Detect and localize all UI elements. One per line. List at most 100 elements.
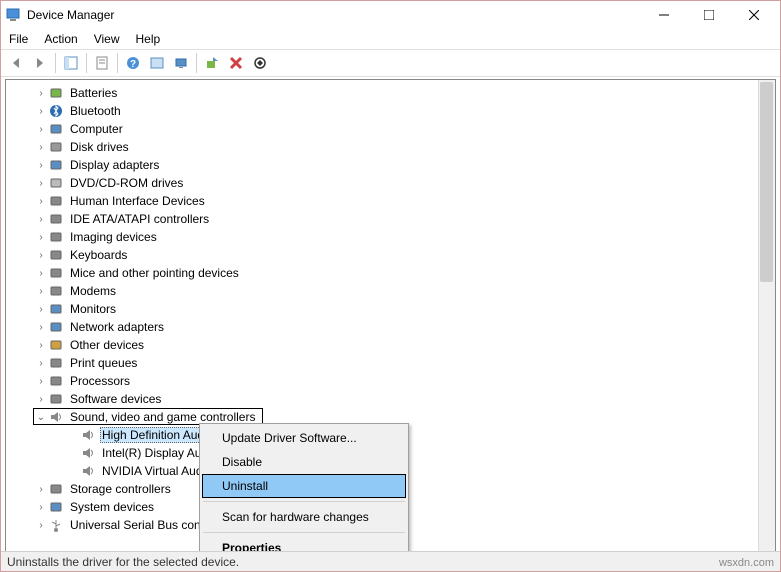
device-icon xyxy=(48,248,64,262)
node-label: Monitors xyxy=(68,302,118,316)
disable-button[interactable] xyxy=(249,52,271,74)
node-label: Modems xyxy=(68,284,118,298)
device-icon xyxy=(80,446,96,460)
context-menu: Update Driver Software...DisableUninstal… xyxy=(199,423,409,563)
device-icon xyxy=(48,212,64,226)
expander-icon[interactable]: › xyxy=(34,196,48,207)
expander-icon[interactable]: › xyxy=(34,502,48,513)
help-button[interactable]: ? xyxy=(122,52,144,74)
tree-node[interactable]: ›Mice and other pointing devices xyxy=(8,264,773,282)
tree-node[interactable]: › Computer xyxy=(8,120,773,138)
tree-node[interactable]: ›Human Interface Devices xyxy=(8,192,773,210)
properties-button[interactable] xyxy=(91,52,113,74)
expander-icon[interactable]: › xyxy=(34,268,48,279)
node-label: Disk drives xyxy=(68,140,131,154)
tree-node[interactable]: › Software devices xyxy=(8,390,773,408)
toolbar-separator xyxy=(196,53,197,73)
context-separator xyxy=(203,532,405,533)
node-label: IDE ATA/ATAPI controllers xyxy=(68,212,211,226)
expander-icon[interactable]: › xyxy=(34,178,48,189)
back-button[interactable] xyxy=(5,52,27,74)
tree-node[interactable]: ›Display adapters xyxy=(8,156,773,174)
toolbar-separator xyxy=(117,53,118,73)
expander-icon[interactable]: › xyxy=(34,304,48,315)
uninstall-button[interactable] xyxy=(225,52,247,74)
context-item[interactable]: Disable xyxy=(202,450,406,474)
menu-help[interactable]: Help xyxy=(136,32,161,46)
tree-node[interactable]: › IDE ATA/ATAPI controllers xyxy=(8,210,773,228)
device-icon xyxy=(48,194,64,208)
expander-icon[interactable]: › xyxy=(34,340,48,351)
context-item[interactable]: Update Driver Software... xyxy=(202,426,406,450)
context-item[interactable]: Scan for hardware changes xyxy=(202,505,406,529)
expander-icon[interactable]: › xyxy=(34,214,48,225)
tree-node[interactable]: › Modems xyxy=(8,282,773,300)
device-icon xyxy=(48,266,64,280)
app-icon xyxy=(5,7,21,23)
node-label: Other devices xyxy=(68,338,146,352)
tree-node[interactable]: › Keyboards xyxy=(8,246,773,264)
node-label: Computer xyxy=(68,122,125,136)
expander-icon[interactable]: › xyxy=(34,124,48,135)
show-hide-tree-button[interactable] xyxy=(60,52,82,74)
node-label: Keyboards xyxy=(68,248,129,262)
node-label: Bluetooth xyxy=(68,104,123,118)
device-icon xyxy=(48,104,64,118)
expander-icon[interactable]: › xyxy=(34,520,48,531)
expander-icon[interactable]: › xyxy=(34,484,48,495)
status-text: Uninstalls the driver for the selected d… xyxy=(7,555,239,569)
tree-node[interactable]: › Other devices xyxy=(8,336,773,354)
maximize-button[interactable] xyxy=(686,1,731,29)
expander-icon[interactable]: › xyxy=(34,106,48,117)
device-icon xyxy=(48,410,64,424)
toolbar-separator xyxy=(86,53,87,73)
title-bar: Device Manager xyxy=(1,1,780,29)
expander-icon[interactable]: ⌄ xyxy=(34,412,48,423)
update-driver-button[interactable] xyxy=(201,52,223,74)
node-label: Print queues xyxy=(68,356,139,370)
menu-action[interactable]: Action xyxy=(44,32,77,46)
tree-node[interactable]: › Print queues xyxy=(8,354,773,372)
device-icon xyxy=(48,122,64,136)
close-button[interactable] xyxy=(731,1,776,29)
tree-node[interactable]: ›DVD/CD-ROM drives xyxy=(8,174,773,192)
expander-icon[interactable]: › xyxy=(34,232,48,243)
action-button[interactable] xyxy=(146,52,168,74)
minimize-button[interactable] xyxy=(641,1,686,29)
forward-button[interactable] xyxy=(29,52,51,74)
node-label: Storage controllers xyxy=(68,482,173,496)
expander-icon[interactable]: › xyxy=(34,160,48,171)
tree-node[interactable]: › Network adapters xyxy=(8,318,773,336)
expander-icon[interactable]: › xyxy=(34,394,48,405)
device-icon xyxy=(48,482,64,496)
tree-node[interactable]: › Imaging devices xyxy=(8,228,773,246)
tree-node[interactable]: › Disk drives xyxy=(8,138,773,156)
expander-icon[interactable]: › xyxy=(34,376,48,387)
scan-button[interactable] xyxy=(170,52,192,74)
expander-icon[interactable]: › xyxy=(34,322,48,333)
toolbar: ? xyxy=(1,49,780,77)
expander-icon[interactable]: › xyxy=(34,250,48,261)
node-label: Sound, video and game controllers xyxy=(68,410,257,424)
node-label: Imaging devices xyxy=(68,230,159,244)
expander-icon[interactable]: › xyxy=(34,286,48,297)
device-icon xyxy=(48,176,64,190)
context-item[interactable]: Uninstall xyxy=(202,474,406,498)
tree-node[interactable]: › Monitors xyxy=(8,300,773,318)
node-label: System devices xyxy=(68,500,156,514)
device-icon xyxy=(48,284,64,298)
device-icon xyxy=(48,140,64,154)
tree-node[interactable]: › Bluetooth xyxy=(8,102,773,120)
node-label: Software devices xyxy=(68,392,163,406)
scrollbar-thumb[interactable] xyxy=(760,82,773,282)
node-label: Network adapters xyxy=(68,320,166,334)
menu-view[interactable]: View xyxy=(94,32,120,46)
expander-icon[interactable]: › xyxy=(34,142,48,153)
menu-file[interactable]: File xyxy=(9,32,28,46)
tree-node[interactable]: ›Batteries xyxy=(8,84,773,102)
tree-node[interactable]: ›Processors xyxy=(8,372,773,390)
scrollbar[interactable] xyxy=(758,80,775,552)
expander-icon[interactable]: › xyxy=(34,88,48,99)
expander-icon[interactable]: › xyxy=(34,358,48,369)
watermark: wsxdn.com xyxy=(719,557,774,569)
